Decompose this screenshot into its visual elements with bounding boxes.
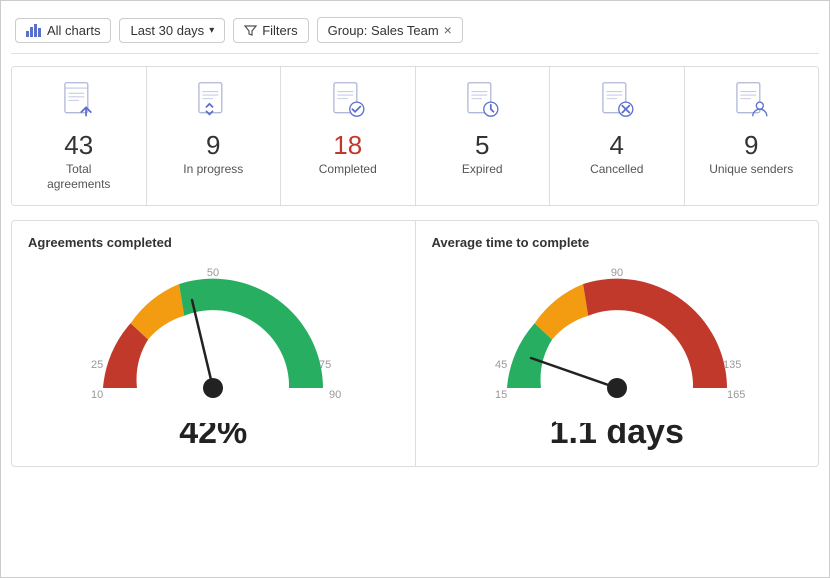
expired-label: Expired xyxy=(462,162,503,178)
filter-tag: Group: Sales Team × xyxy=(317,17,463,43)
stat-cancelled: 4 Cancelled xyxy=(550,67,685,205)
filter-icon xyxy=(244,24,257,37)
stat-expired: 5 Expired xyxy=(416,67,551,205)
gauge-right-container: 90 135 165 45 15 xyxy=(432,258,803,452)
chevron-down-icon: ▾ xyxy=(209,25,214,36)
chart-agreements-completed: Agreements completed xyxy=(12,221,416,466)
main-container: All charts Last 30 days ▾ Filters Group:… xyxy=(0,0,830,578)
cancelled-label: Cancelled xyxy=(590,162,643,178)
gauge-right-label-far-left: 15 xyxy=(495,389,507,401)
gauge-right-label-far-right: 165 xyxy=(727,389,745,401)
in-progress-icon xyxy=(191,81,235,125)
completed-icon xyxy=(326,81,370,125)
gauge-left-label-left: 25 xyxy=(91,359,103,371)
expired-number: 5 xyxy=(475,131,489,160)
gauge-left-container: 50 75 90 25 10 42% xyxy=(28,258,399,452)
stat-total-agreements: 43 Totalagreements xyxy=(12,67,147,205)
gauge-left-needle-center xyxy=(203,378,223,398)
stat-completed: 18 Completed xyxy=(281,67,416,205)
filters-button[interactable]: Filters xyxy=(233,18,308,43)
date-range-button[interactable]: Last 30 days ▾ xyxy=(119,18,225,43)
gauge-left-label-top: 50 xyxy=(207,267,219,279)
all-charts-label: All charts xyxy=(47,23,100,38)
gauge-left-svg-wrap: 50 75 90 25 10 xyxy=(83,258,343,423)
completed-label: Completed xyxy=(319,162,377,178)
charts-row: Agreements completed xyxy=(11,220,819,467)
in-progress-number: 9 xyxy=(206,131,220,160)
cancelled-icon xyxy=(595,81,639,125)
gauge-right-label-left: 45 xyxy=(495,359,507,371)
unique-senders-label: Unique senders xyxy=(709,162,793,178)
unique-senders-number: 9 xyxy=(744,131,758,160)
gauge-right-label-right: 135 xyxy=(723,359,741,371)
gauge-left-label-right: 75 xyxy=(319,359,331,371)
cancelled-number: 4 xyxy=(610,131,624,160)
chart-right-title: Average time to complete xyxy=(432,235,803,250)
total-agreements-number: 43 xyxy=(64,131,93,160)
expired-icon xyxy=(460,81,504,125)
stat-in-progress: 9 In progress xyxy=(147,67,282,205)
chart-avg-time: Average time to complete 9 xyxy=(416,221,819,466)
total-agreements-icon xyxy=(57,81,101,125)
gauge-left-label-far-left: 10 xyxy=(91,389,103,401)
stats-row: 43 Totalagreements 9 In progress xyxy=(11,66,819,206)
filter-tag-label: Group: Sales Team xyxy=(328,23,439,38)
total-agreements-label: Totalagreements xyxy=(47,162,110,193)
filters-label: Filters xyxy=(262,23,297,38)
gauge-left-label-far-right: 90 xyxy=(329,389,341,401)
date-range-label: Last 30 days xyxy=(130,23,204,38)
gauge-right-label-top: 90 xyxy=(611,267,623,279)
chart-left-title: Agreements completed xyxy=(28,235,399,250)
gauge-right-svg-wrap: 90 135 165 45 15 xyxy=(487,258,747,423)
stat-unique-senders: 9 Unique senders xyxy=(685,67,819,205)
gauge-left-svg: 50 75 90 25 10 xyxy=(83,258,343,423)
gauge-right-svg: 90 135 165 45 15 xyxy=(487,258,747,423)
all-charts-button[interactable]: All charts xyxy=(15,18,111,43)
gauge-right-needle-center xyxy=(607,378,627,398)
unique-senders-icon xyxy=(729,81,773,125)
in-progress-label: In progress xyxy=(183,162,243,178)
completed-number: 18 xyxy=(333,131,362,160)
charts-icon xyxy=(26,23,42,37)
filter-tag-close[interactable]: × xyxy=(444,22,452,38)
toolbar: All charts Last 30 days ▾ Filters Group:… xyxy=(11,11,819,54)
